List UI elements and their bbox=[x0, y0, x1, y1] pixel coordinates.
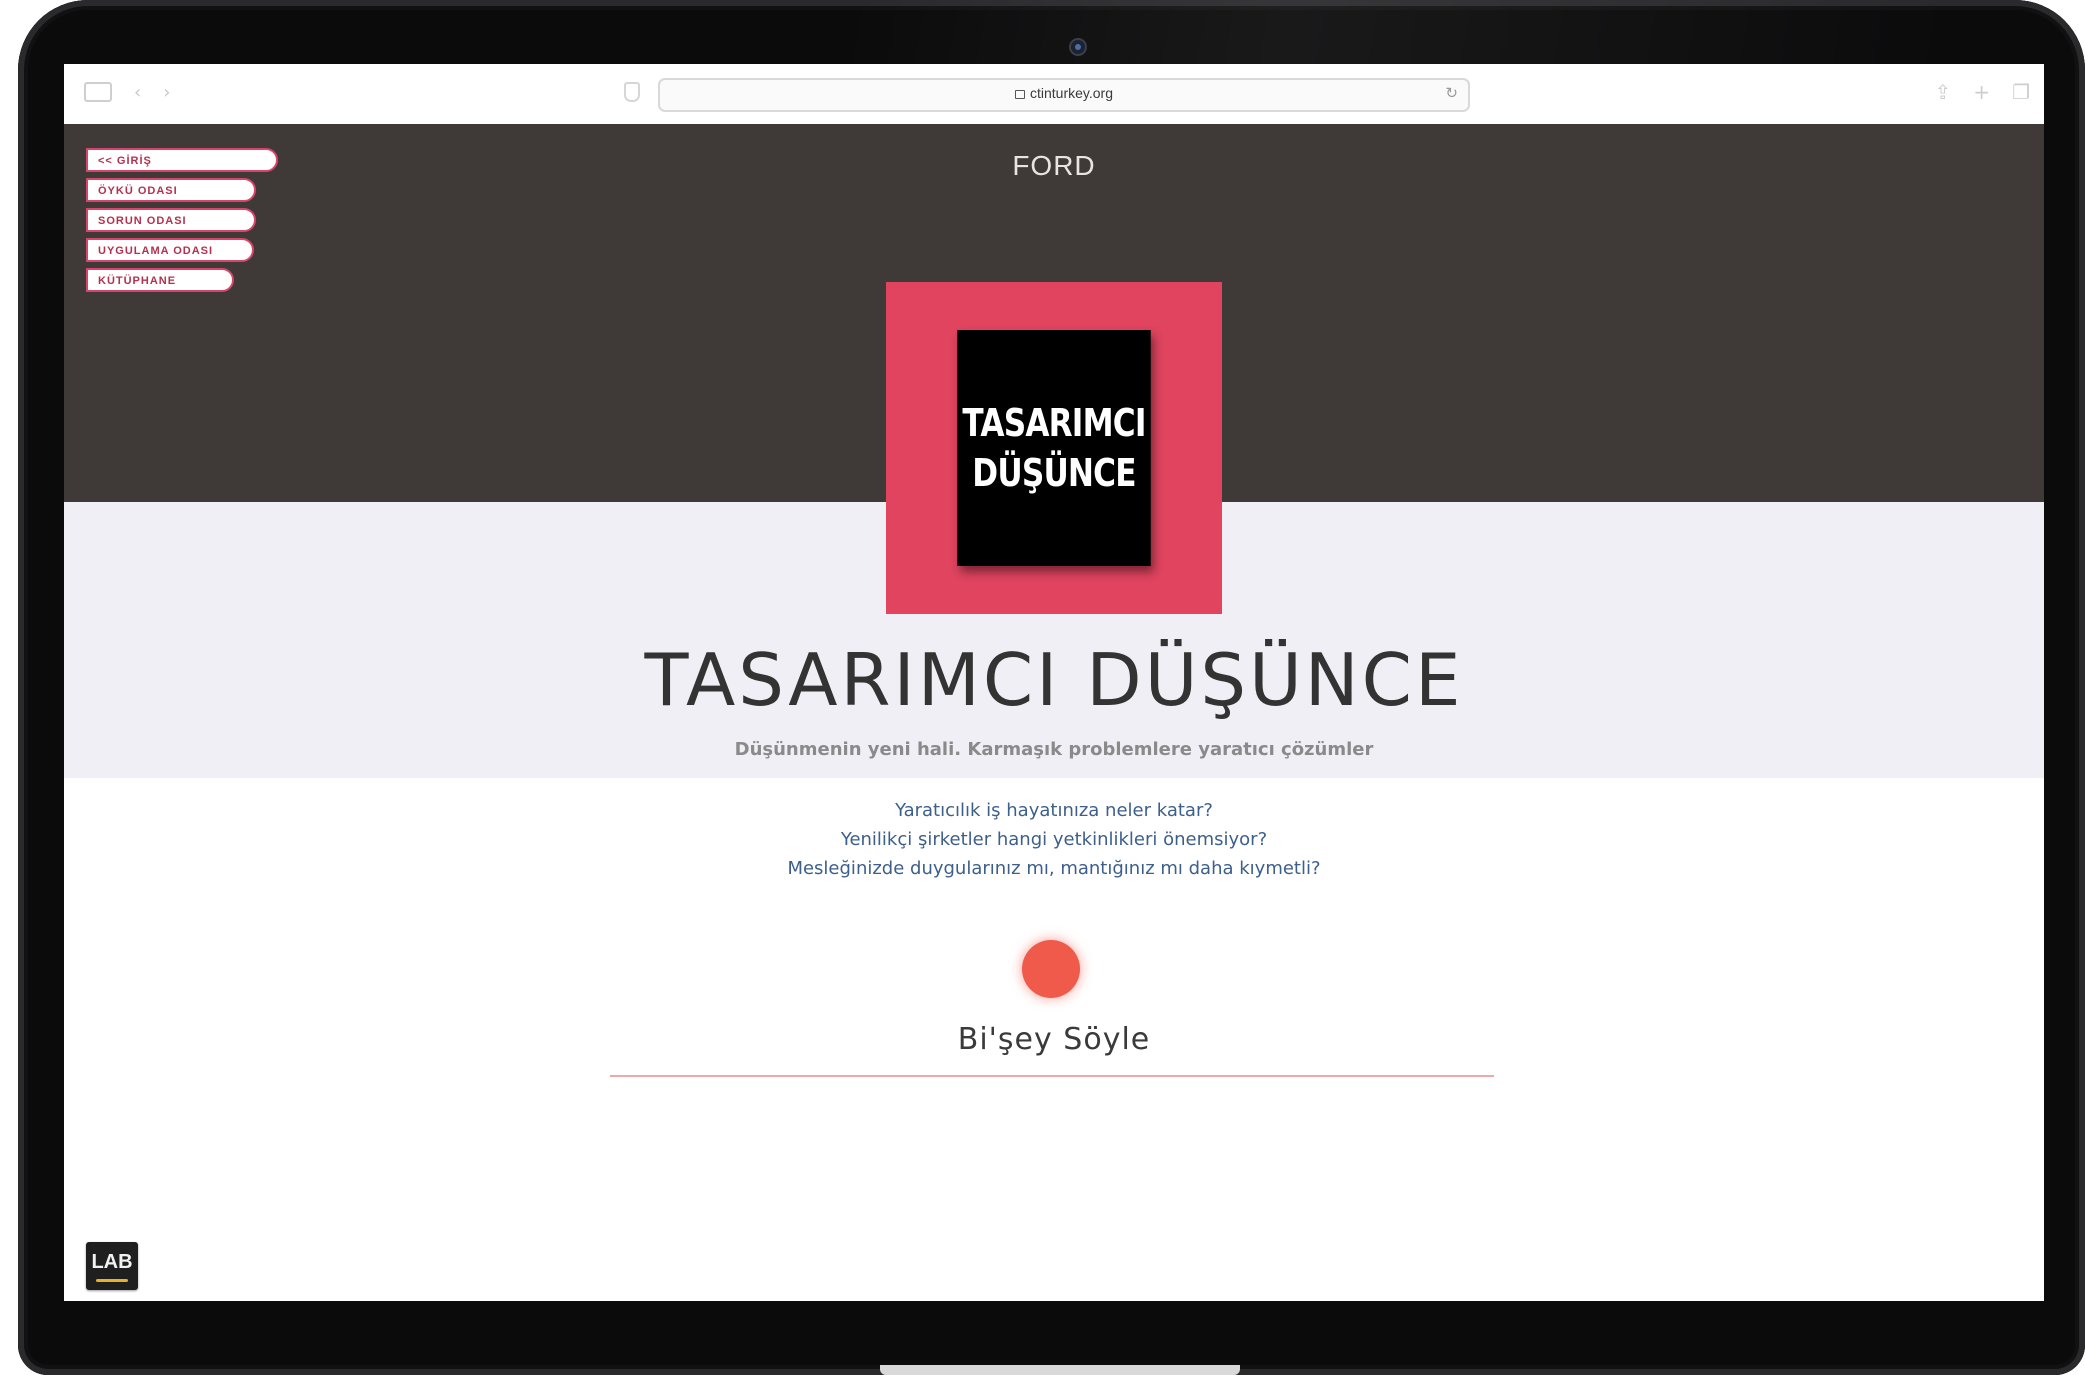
page-title: TASARIMCI DÜŞÜNCE bbox=[644, 638, 1464, 722]
brand-logo-text: FORD bbox=[1012, 150, 1096, 181]
browser-nav-controls: ‹ › bbox=[84, 82, 170, 103]
back-icon[interactable]: ‹ bbox=[134, 82, 141, 103]
question-item[interactable]: Yenilikçi şirketler hangi yetkinlikleri … bbox=[64, 825, 2044, 854]
reload-icon[interactable]: ↻ bbox=[1445, 84, 1458, 102]
logo-badge: TASARIMCI DÜŞÜNCE bbox=[957, 330, 1151, 566]
nav-item-kutuphane[interactable]: KÜTÜPHANE bbox=[86, 268, 234, 292]
forward-icon[interactable]: › bbox=[163, 82, 170, 103]
privacy-shield-icon[interactable] bbox=[624, 82, 640, 102]
logo-line-2: DÜŞÜNCE bbox=[972, 451, 1136, 495]
url-label: ctinturkey.org bbox=[1030, 85, 1113, 101]
question-item[interactable]: Yaratıcılık iş hayatınıza neler katar? bbox=[64, 796, 2044, 825]
address-text: ctinturkey.org bbox=[660, 85, 1468, 101]
screen: ‹ › ctinturkey.org ↻ ⇪ + ❐ << GİRİŞ ÖYKÜ… bbox=[64, 64, 2044, 1301]
say-something-link[interactable]: Bi'şey Söyle bbox=[64, 1022, 2044, 1057]
laptop-lip bbox=[880, 1365, 1240, 1375]
new-tab-icon[interactable]: + bbox=[1973, 80, 1990, 104]
tabs-overview-icon[interactable]: ❐ bbox=[2012, 80, 2030, 104]
say-underline bbox=[610, 1075, 1494, 1077]
share-icon[interactable]: ⇪ bbox=[1935, 80, 1952, 104]
record-dot-icon[interactable] bbox=[1022, 940, 1080, 998]
nav-item-uygulama-odasi[interactable]: UYGULAMA ODASI bbox=[86, 238, 254, 262]
browser-actions: ⇪ + ❐ bbox=[1935, 80, 2030, 104]
browser-toolbar: ‹ › ctinturkey.org ↻ ⇪ + ❐ bbox=[64, 64, 2044, 125]
screen-glare bbox=[848, 0, 1948, 70]
lock-icon bbox=[1015, 90, 1025, 99]
question-list: Yaratıcılık iş hayatınıza neler katar? Y… bbox=[64, 796, 2044, 883]
address-bar[interactable]: ctinturkey.org ↻ bbox=[658, 78, 1470, 112]
lab-badge[interactable]: LAB bbox=[86, 1242, 138, 1290]
sidebar-toggle-icon[interactable] bbox=[84, 82, 112, 102]
nav-item-sorun-odasi[interactable]: SORUN ODASI bbox=[86, 208, 256, 232]
logo-frame: TASARIMCI DÜŞÜNCE bbox=[886, 282, 1222, 614]
camera-icon bbox=[1069, 38, 1087, 56]
page-subtitle: Düşünmenin yeni hali. Karmaşık problemle… bbox=[734, 739, 1374, 760]
logo-line-1: TASARIMCI bbox=[962, 401, 1146, 445]
question-item[interactable]: Mesleğinizde duygularınız mı, mantığınız… bbox=[64, 854, 2044, 883]
